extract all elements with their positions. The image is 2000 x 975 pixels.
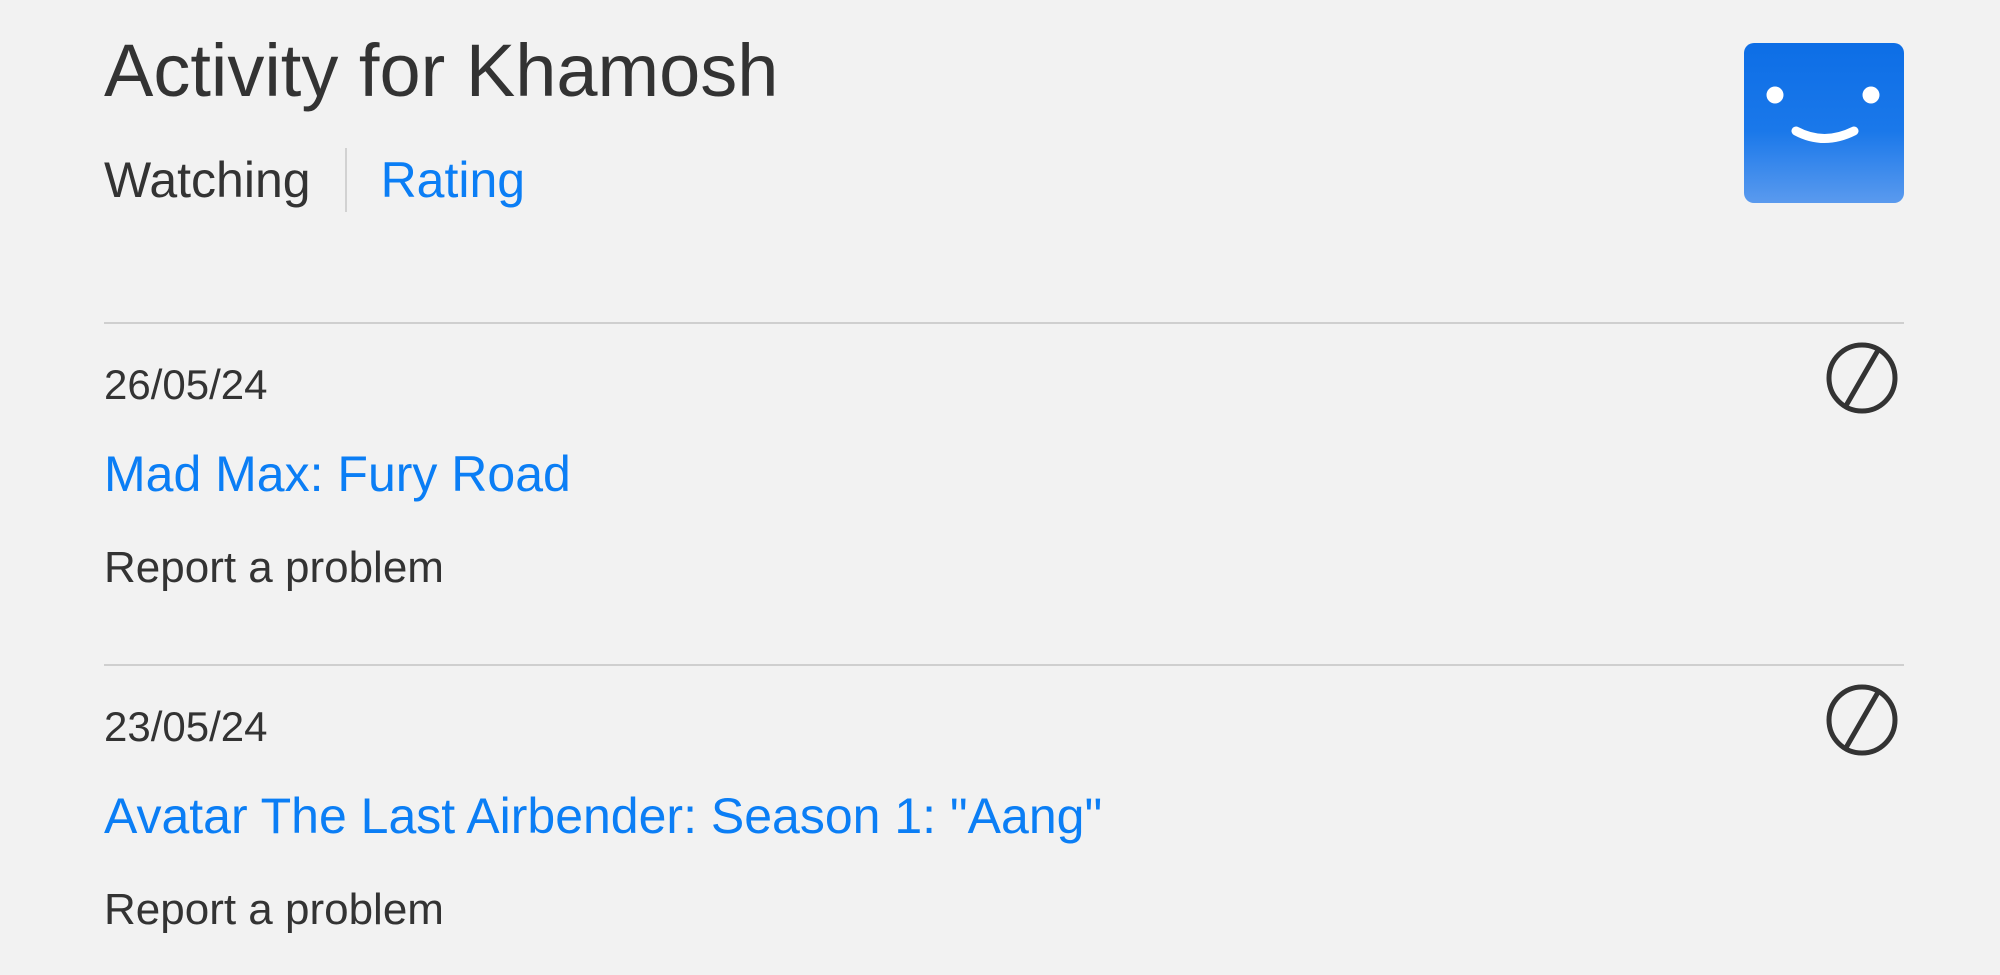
activity-date: 23/05/24 <box>104 703 268 750</box>
viewing-activity-page: Activity for Khamosh Watching Rating 26/… <box>0 0 2000 975</box>
tab-watching[interactable]: Watching <box>104 148 345 212</box>
activity-row: 26/05/24 Mad Max: Fury Road Report a pro… <box>104 322 1904 664</box>
activity-date: 26/05/24 <box>104 361 268 408</box>
report-problem-link[interactable]: Report a problem <box>104 884 444 937</box>
profile-avatar[interactable] <box>1744 43 1904 203</box>
activity-title-link[interactable]: Avatar The Last Airbender: Season 1: "Aa… <box>104 786 1102 846</box>
hide-from-history-icon <box>1826 684 1898 756</box>
page-title: Activity for Khamosh <box>104 29 779 112</box>
tab-rating[interactable]: Rating <box>347 148 526 212</box>
hide-from-history-button[interactable] <box>1824 340 1900 416</box>
hide-from-history-icon <box>1826 342 1898 414</box>
hide-from-history-button[interactable] <box>1824 682 1900 758</box>
activity-tabs: Watching Rating <box>104 148 525 212</box>
activity-title-link[interactable]: Mad Max: Fury Road <box>104 444 571 504</box>
report-problem-link[interactable]: Report a problem <box>104 542 444 595</box>
smiley-face-icon <box>1766 86 1880 143</box>
activity-list: 26/05/24 Mad Max: Fury Road Report a pro… <box>104 322 1904 975</box>
activity-row: 23/05/24 Avatar The Last Airbender: Seas… <box>104 664 1904 975</box>
